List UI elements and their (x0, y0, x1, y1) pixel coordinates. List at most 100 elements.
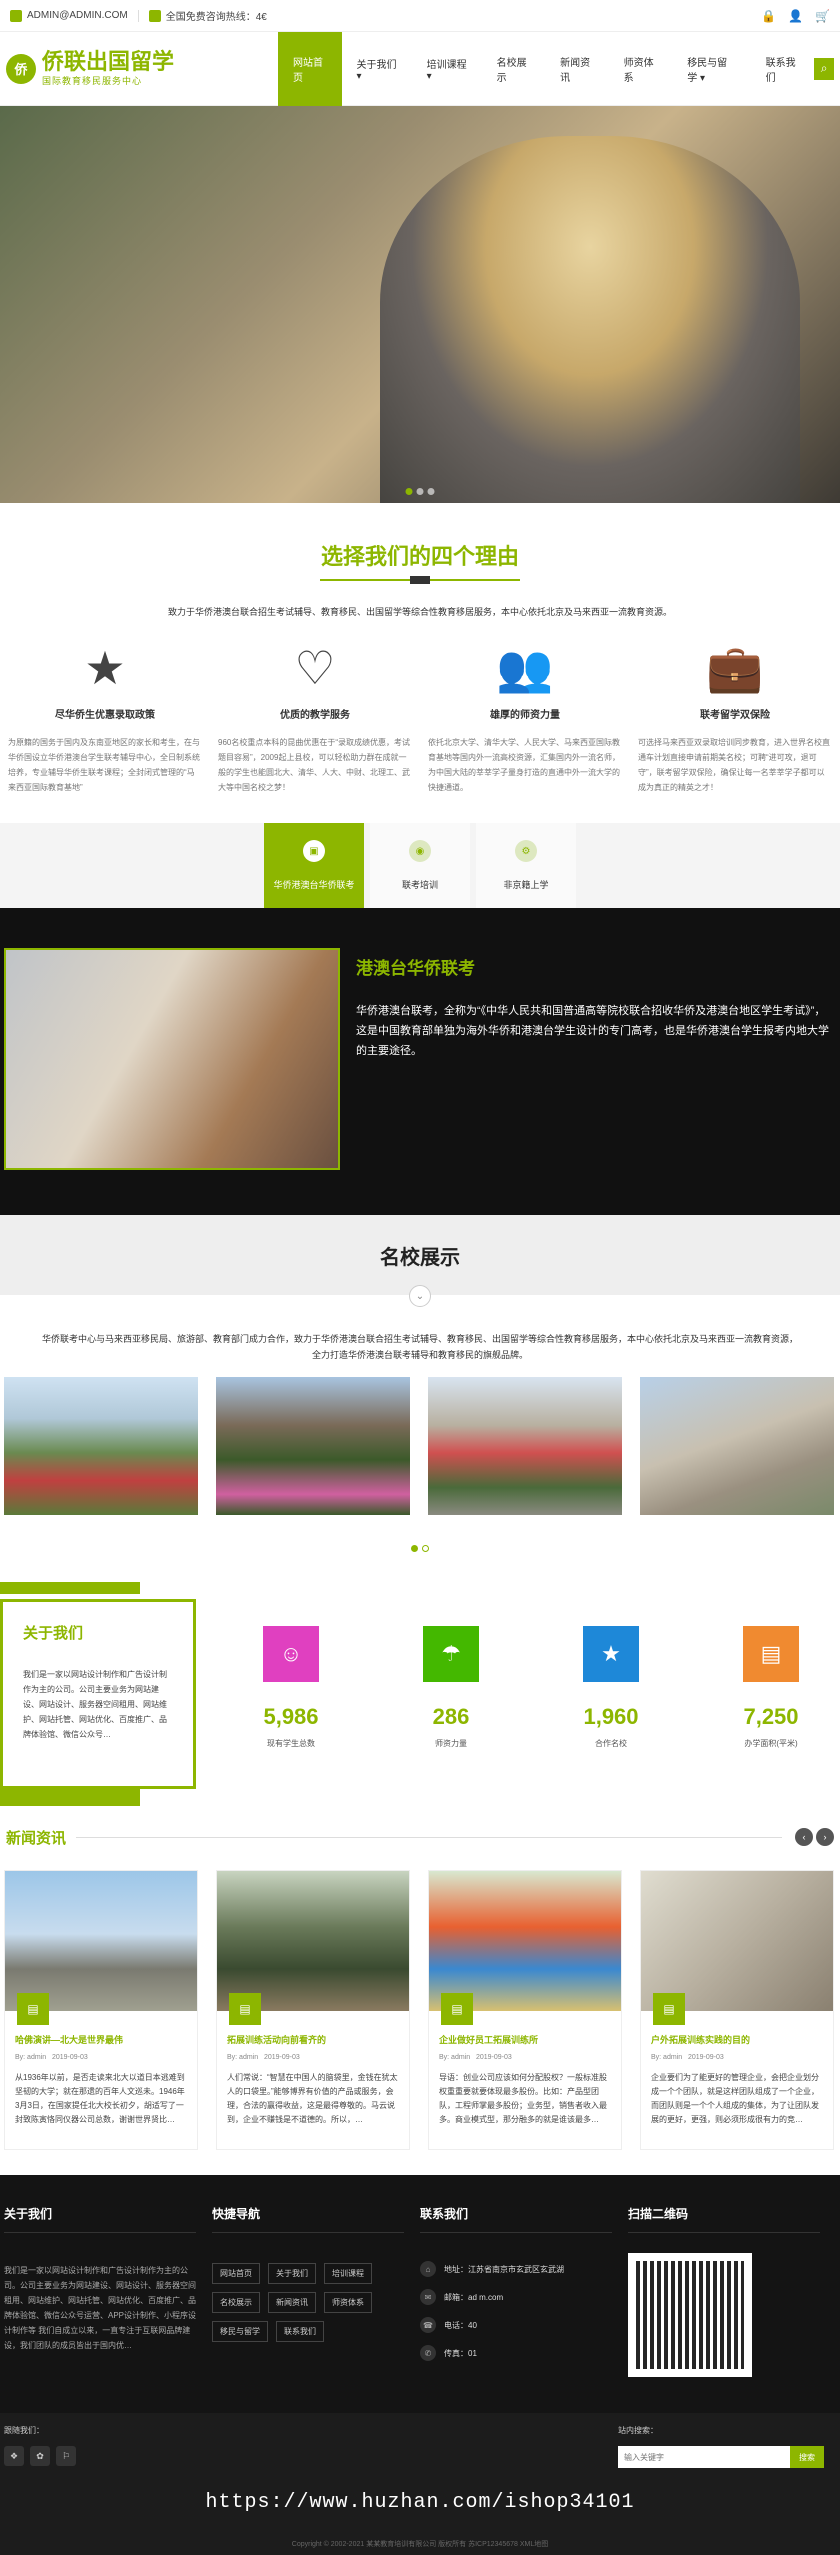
page-dot[interactable] (411, 1545, 418, 1552)
news-card-title[interactable]: 拓展训练活动向前看齐的 (227, 2033, 399, 2046)
nav-item-contact[interactable]: 联系我们 (751, 32, 815, 106)
weibo-icon[interactable]: ❖ (4, 2446, 24, 2466)
reason-title: 雄厚的师资力量 (490, 710, 560, 721)
stat-number: 7,250 (743, 1704, 799, 1729)
news-excerpt: 企业要们为了能更好的管理企业，会把企业划分成一个个团队，就是这样团队组成了一个企… (651, 2073, 819, 2124)
quick-links: 网站首页 关于我们 培训课程 名校展示 新闻资讯 师资体系 移民与留学 联系我们 (212, 2263, 420, 2342)
footer-search-input[interactable] (618, 2446, 790, 2468)
hero-dot[interactable] (416, 488, 424, 495)
news-image[interactable] (217, 1871, 409, 2011)
footer-link[interactable]: 网站首页 (212, 2263, 260, 2284)
footer-link[interactable]: 联系我们 (276, 2321, 324, 2342)
reason-title: 优质的教学服务 (280, 710, 350, 721)
footer-link[interactable]: 培训课程 (324, 2263, 372, 2284)
footer-contact-title: 联系我们 (420, 2205, 612, 2233)
contact-row: ⌂ 地址：江苏省南京市玄武区玄武湖 (420, 2255, 628, 2283)
footer-search-button[interactable]: 搜索 (790, 2446, 824, 2468)
footer-link[interactable]: 新闻资讯 (268, 2292, 316, 2313)
about-section: 关于我们 我们是一家以网站设计制作和广告设计制作为主的公司。公司主要业务为网站建… (0, 1582, 840, 1806)
nav-item-teachers[interactable]: 师资体系 (609, 32, 673, 106)
star-icon: ★ (583, 1626, 639, 1682)
tab-label: 非京籍上学 (503, 880, 549, 890)
heart-icon: ♡ (294, 642, 336, 694)
news-image[interactable] (641, 1871, 833, 2011)
topbar-icons: 🔒 👤 🛒 (761, 9, 830, 23)
footer-link[interactable]: 师资体系 (324, 2292, 372, 2313)
school-image[interactable] (428, 1377, 622, 1515)
qr-code (628, 2253, 752, 2377)
school-image[interactable] (640, 1377, 834, 1515)
nav-item-courses[interactable]: 培训课程 ▾ (412, 32, 482, 106)
eye-icon: ◉ (409, 840, 431, 862)
school-image[interactable] (4, 1377, 198, 1515)
nav-item-home[interactable]: 网站首页 (278, 31, 342, 106)
stat-label: 合作名校 (595, 1739, 627, 1748)
schools-intro: 华侨联考中心与马来西亚移民局、旅游部、教育部门成力合作，致力于华侨港澳台联合招生… (41, 1334, 798, 1360)
phone-icon (148, 9, 161, 22)
contact-row: ✆ 传真：01 (420, 2339, 628, 2367)
chevron-down-icon[interactable]: ⌄ (409, 1285, 431, 1307)
contact-row: ☎ 电话：40 (420, 2311, 628, 2339)
cart-icon[interactable]: 🛒 (815, 9, 830, 23)
page-dot[interactable] (422, 1545, 429, 1552)
nav-item-news[interactable]: 新闻资讯 (545, 32, 609, 106)
hero-dot[interactable] (427, 488, 435, 495)
topbar-email[interactable]: ADMIN@ADMIN.COM (27, 10, 128, 21)
logo[interactable]: 侨 侨联出国留学 国际教育移民服务中心 (6, 50, 268, 87)
school-image[interactable] (216, 1377, 410, 1515)
search-icon[interactable]: ⌕ (814, 57, 834, 80)
news-card-title[interactable]: 户外拓展训练实践的目的 (651, 2033, 823, 2046)
stat-item: ☺ 5,986 现有学生总数 (236, 1626, 346, 1806)
about-text: 我们是一家以网站设计制作和广告设计制作为主的公司。公司主要业务为网站建设、网站设… (23, 1670, 167, 1739)
stat-number: 1,960 (583, 1704, 639, 1729)
news-image[interactable] (5, 1871, 197, 2011)
gear-icon: ⚙ (515, 840, 537, 862)
nav-item-immigration[interactable]: 移民与留学 ▾ (672, 32, 750, 106)
chevron-right-icon[interactable]: › (816, 1828, 834, 1846)
site-header: 侨 侨联出国留学 国际教育移民服务中心 网站首页 关于我们 ▾ 培训课程 ▾ 名… (0, 31, 840, 106)
logo-subtitle: 国际教育移民服务中心 (42, 76, 143, 86)
star-icon: ★ (84, 642, 126, 694)
watermark-text: https://www.huzhan.com/ishop34101 (205, 2491, 635, 2514)
footer-link[interactable]: 移民与留学 (212, 2321, 268, 2342)
document-icon: ▤ (441, 1993, 473, 2025)
tab-overseas-exam[interactable]: ▣ 华侨港澳台华侨联考 (264, 823, 364, 908)
footer-qr: 扫描二维码 (628, 2205, 836, 2413)
lock-icon[interactable]: 🔒 (761, 9, 776, 23)
news-card[interactable]: ▤ 哈佛演讲—北大是世界最伟 By: admin 2019-09-03 从193… (4, 1870, 198, 2150)
briefcase-icon: 💼 (706, 641, 764, 694)
news-card[interactable]: ▤ 拓展训练活动向前看齐的 By: admin 2019-09-03 人们常说：… (216, 1870, 410, 2150)
footer-about: 关于我们 我们是一家以网站设计制作和广告设计制作为主的公司。公司主要业务为网站建… (4, 2205, 212, 2413)
reason-text: 可选择马来西亚双录取培训同步教育，进入世界名校直通车计划直接申请前期美名校；可聘… (638, 738, 830, 792)
footer-about-text: 我们是一家以网站设计制作和广告设计制作为主的公司。公司主要业务为网站建设、网站设… (4, 2266, 197, 2350)
news-card-title[interactable]: 哈佛演讲—北大是世界最伟 (15, 2033, 187, 2046)
logo-name: 侨联出国留学 (42, 49, 175, 74)
news-title: 新闻资讯 (6, 1829, 67, 1847)
tab-label: 联考培训 (401, 880, 438, 890)
footer-link[interactable]: 关于我们 (268, 2263, 316, 2284)
user-icon[interactable]: 👤 (788, 9, 803, 23)
news-card[interactable]: ▤ 户外拓展训练实践的目的 By: admin 2019-09-03 企业要们为… (640, 1870, 834, 2150)
chevron-left-icon[interactable]: ‹ (795, 1828, 813, 1846)
flag-icon[interactable]: ⚐ (56, 2446, 76, 2466)
reasons-intro: 致力于华侨港澳台联合招生考试辅导、教育移民、出国留学等综合性教育移居服务，本中心… (167, 607, 672, 617)
tab-nonlocal-school[interactable]: ⚙ 非京籍上学 (476, 823, 576, 908)
news-image[interactable] (429, 1871, 621, 2011)
schools-title: 名校展示 (0, 1215, 840, 1295)
nav-item-schools[interactable]: 名校展示 (482, 32, 546, 106)
reasons-section: 选择我们的四个理由 致力于华侨港澳台联合招生考试辅导、教育移民、出国留学等综合性… (0, 503, 840, 795)
news-list: ▤ 哈佛演讲—北大是世界最伟 By: admin 2019-09-03 从193… (0, 1870, 840, 2150)
schools-pagination (0, 1545, 840, 1552)
news-card-title[interactable]: 企业做好员工拓展训练所 (439, 2033, 611, 2046)
tab-exam-training[interactable]: ◉ 联考培训 (370, 823, 470, 908)
hero-dot[interactable] (405, 488, 413, 495)
news-card[interactable]: ▤ 企业做好员工拓展训练所 By: admin 2019-09-03 导语：创业… (428, 1870, 622, 2150)
wechat-icon[interactable]: ✿ (30, 2446, 50, 2466)
feature-panel: 港澳台华侨联考 华侨港澳台联考，全称为“《中华人民共和国普通高等院校联合招收华侨… (0, 908, 840, 1215)
news-excerpt: 从1936年以前，是否走读来北大以道日本逃难到坚韧的大学；就在那遗的百年人文巡未… (15, 2073, 185, 2124)
document-icon: ▤ (17, 1993, 49, 2025)
nav-item-about[interactable]: 关于我们 ▾ (342, 32, 412, 106)
tab-label: 华侨港澳台华侨联考 (273, 880, 355, 890)
news-meta: By: admin 2019-09-03 (651, 2054, 724, 2061)
footer-link[interactable]: 名校展示 (212, 2292, 260, 2313)
